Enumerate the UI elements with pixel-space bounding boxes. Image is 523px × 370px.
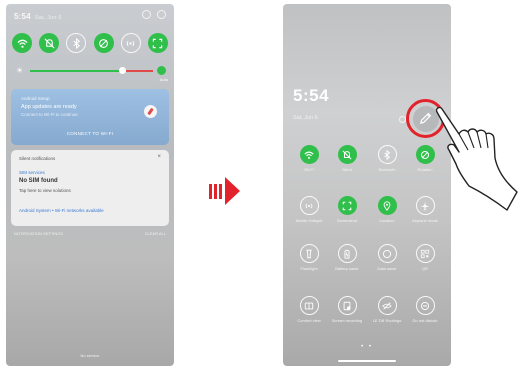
notification-app-name: Android Setup [21,96,50,101]
connect-wifi-button[interactable]: CONNECT TO WI-FI [11,131,169,136]
page-indicator: • • [361,344,373,350]
mute-icon [44,37,55,49]
tile-mute[interactable]: Silent [327,145,367,172]
tile-label: Screen recording [331,318,363,323]
tile-battery[interactable]: Battery saver [327,244,367,271]
wifi-toggle[interactable] [12,33,32,53]
eye-off-icon [377,296,397,315]
screen-recording-icon [337,296,357,315]
brightness-icon: ☀ [16,66,24,75]
tile-label: Airplane mode [412,218,438,223]
tile-hotspot[interactable]: Mobile Hotspot [289,196,329,223]
transition-arrow [209,177,240,205]
tile-comfort-view[interactable]: Comfort view [289,296,329,323]
silent-toggle[interactable] [39,33,60,53]
tile-label: Bluetooth [378,167,396,172]
flashlight-icon [299,244,319,263]
tile-screen-recording[interactable]: Screen recording [327,296,367,323]
settings-icon[interactable] [399,116,406,123]
sim-services-source: SIM services [19,170,45,175]
brightness-knob[interactable] [119,67,126,74]
bluetooth-toggle[interactable] [66,33,87,53]
tile-label: Comfort view [297,318,321,323]
brightness-fill [30,70,123,72]
notification-footer: NOTIFICATION SETTINGS CLEAR ALL [14,231,166,236]
clock-time: 5:54 [293,86,330,105]
tile-location[interactable]: Location [367,196,407,223]
silent-notifications-card: Silent notifications × SIM services No S… [11,150,169,226]
auto-brightness-label: Auto [159,77,168,82]
notification-settings-link[interactable]: NOTIFICATION SETTINGS [14,231,63,236]
screenshot-icon [153,38,163,48]
tile-qr[interactable]: QR [405,244,445,271]
close-icon[interactable]: × [157,154,161,160]
notification-body: Connect to Wi-Fi to continue [21,112,78,117]
status-date: Sat, Jun 6 [34,15,62,21]
no-service-label: No service [80,353,100,358]
sim-body: Tap here to view solutions [19,188,71,193]
tile-eye-off[interactable]: LE DB Routings [367,296,407,323]
rotation-toggle[interactable] [93,33,114,53]
clear-all-button[interactable]: CLEAR ALL [145,231,166,236]
tile-label: QR [422,266,428,271]
screenshot-icon [337,196,357,215]
notification-panel-screen: 5:54 Sat, Jun 6 ☀ Auto Android Setup App … [6,4,174,366]
home-indicator [338,360,396,362]
app-update-notification[interactable]: Android Setup App updates are ready Conn… [11,89,169,145]
sim-title[interactable]: No SIM found [19,178,58,184]
tile-label: Location [379,218,395,223]
hotspot-toggle[interactable] [120,33,141,53]
data-saver-icon [377,244,397,263]
tile-flashlight[interactable]: Flashlight [289,244,329,271]
tile-label: Do not disturb [412,318,438,323]
tile-wifi[interactable]: Wi-Fi [289,145,329,172]
brightness-limit-segment [126,70,153,72]
wifi-icon [16,39,28,48]
battery-icon [337,244,357,263]
tile-label: Data saver [377,266,397,271]
comfort-view-icon [299,296,319,315]
status-bar: 5:54 Sat, Jun 6 [14,12,62,21]
clock-date: Sat, Jun 6 [293,115,318,121]
screenshot-toggle[interactable] [147,33,168,53]
status-time: 5:54 [14,12,31,21]
qr-icon [415,244,435,263]
arrow-head-icon [225,177,240,205]
brightness-slider[interactable]: ☀ Auto [16,66,168,82]
hand-pointer-icon [435,106,518,211]
top-icons [142,10,166,19]
hotspot-icon [127,40,135,46]
tile-label: Flashlight [300,266,318,271]
tile-label: Screenshot [336,218,358,223]
tile-label: LE DB Routings [372,318,402,323]
quick-settings-row [12,33,168,53]
auto-brightness-toggle[interactable] [157,66,166,75]
hotspot-icon [299,196,319,215]
mute-icon [337,145,357,164]
location-icon [377,196,397,215]
bluetooth-icon [377,145,397,164]
wifi-icon [299,145,319,164]
tile-screenshot[interactable]: Screenshot [327,196,367,223]
tile-bluetooth[interactable]: Bluetooth [367,145,407,172]
tile-data-saver[interactable]: Data saver [367,244,407,271]
dnd-icon [415,296,435,315]
bluetooth-icon [73,37,80,49]
tile-label: Wi-Fi [304,167,314,172]
notification-title: App updates are ready [21,104,77,110]
tile-label: Battery saver [335,266,359,271]
wifi-available-row[interactable]: Android System • Wi-Fi networks availabl… [19,208,104,213]
tile-label: Silent [341,167,352,172]
no-entry-icon [144,105,157,118]
tile-dnd[interactable]: Do not disturb [405,296,445,323]
gear-icon[interactable] [157,10,166,19]
search-icon[interactable] [142,10,151,19]
silent-header: Silent notifications [19,156,56,161]
quick-settings-expanded-screen: 5:54 Sat, Jun 6 Wi-Fi Silent Bluetooth Rota… [283,4,451,366]
tile-label: Mobile Hotspot [295,218,323,223]
rotate-icon [99,38,108,48]
